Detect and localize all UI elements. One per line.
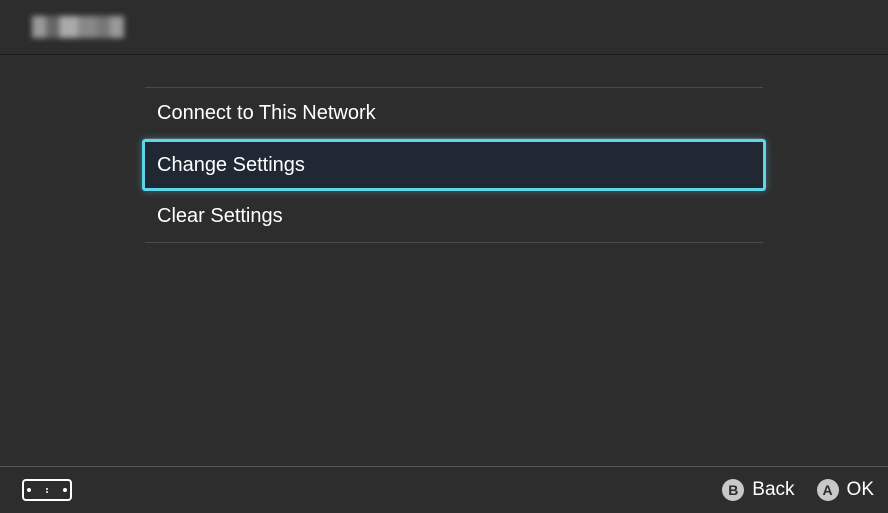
menu-item-label: Clear Settings bbox=[157, 205, 283, 228]
controller-stick-icon bbox=[27, 488, 31, 492]
action-label: Back bbox=[752, 479, 794, 501]
action-label: OK bbox=[847, 479, 874, 501]
menu-item-label: Change Settings bbox=[157, 154, 305, 177]
menu-item-connect[interactable]: Connect to This Network bbox=[145, 87, 763, 139]
footer-bar: B Back A OK bbox=[0, 466, 888, 513]
menu-item-change-settings[interactable]: Change Settings bbox=[142, 139, 766, 191]
controller-icon bbox=[22, 479, 72, 501]
a-button-icon: A bbox=[817, 479, 839, 501]
network-name-obscured bbox=[32, 16, 124, 38]
ok-action[interactable]: A OK bbox=[817, 479, 874, 501]
header-bar bbox=[0, 0, 888, 55]
footer-actions: B Back A OK bbox=[722, 479, 874, 501]
b-button-icon: B bbox=[722, 479, 744, 501]
menu-item-label: Connect to This Network bbox=[157, 102, 376, 125]
menu-item-clear-settings[interactable]: Clear Settings bbox=[145, 191, 763, 243]
controller-dpad-icon bbox=[46, 488, 48, 493]
back-action[interactable]: B Back bbox=[722, 479, 794, 501]
main-content: Connect to This Network Change Settings … bbox=[0, 55, 888, 243]
settings-menu-list: Connect to This Network Change Settings … bbox=[145, 87, 763, 243]
controller-stick-icon bbox=[63, 488, 67, 492]
